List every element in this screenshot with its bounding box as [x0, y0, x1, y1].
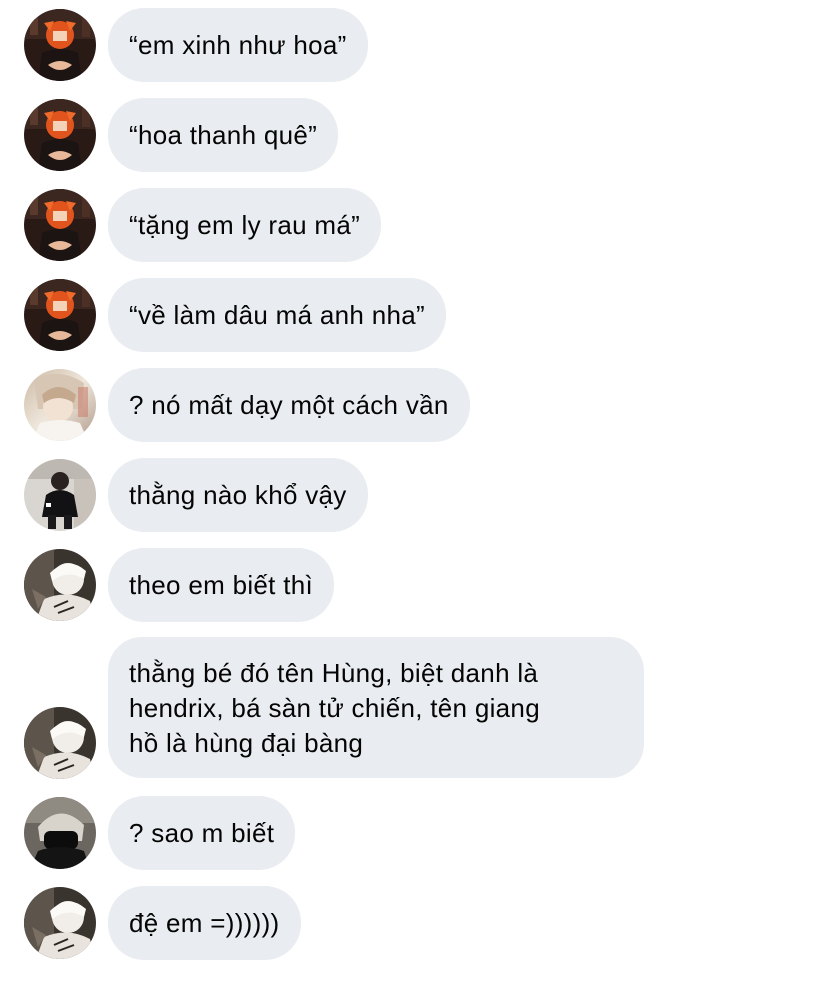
message-list: “em xinh như hoa” “hoa thanh quê” “tặng … [0, 0, 828, 981]
user-avatar[interactable] [24, 369, 96, 441]
message-text-line: thằng bé đó tên Hùng, biệt danh là [129, 658, 539, 688]
user-avatar[interactable] [24, 189, 96, 261]
message-row: “về làm dâu má anh nha” [0, 278, 828, 352]
message-text: “về làm dâu má anh nha” [129, 299, 425, 330]
avatar-image-icon [24, 549, 96, 621]
message-row: ? sao m biết [0, 796, 828, 870]
message-row: ? nó mất dạy một cách vần [0, 368, 828, 442]
user-avatar[interactable] [24, 279, 96, 351]
message-text: ? sao m biết [129, 817, 275, 848]
avatar-image-icon [24, 459, 96, 531]
message-text: “em xinh như hoa” [129, 29, 347, 60]
user-avatar[interactable] [24, 549, 96, 621]
message-bubble[interactable]: đệ em =)))))) [108, 886, 301, 960]
message-row: đệ em =)))))) [0, 886, 828, 960]
user-avatar[interactable] [24, 9, 96, 81]
avatar-image-icon [24, 279, 96, 351]
avatar-image-icon [24, 797, 96, 869]
message-text-line: hendrix, bá sàn tử chiến, tên giang [129, 693, 540, 723]
message-row: theo em biết thì [0, 548, 828, 622]
user-avatar[interactable] [24, 459, 96, 531]
message-row: “tặng em ly rau má” [0, 188, 828, 262]
message-text: “hoa thanh quê” [129, 119, 318, 150]
user-avatar[interactable] [24, 99, 96, 171]
message-text: thằng nào khổ vậy [129, 479, 347, 510]
avatar-image-icon [24, 369, 96, 441]
avatar-image-icon [24, 707, 96, 779]
message-bubble[interactable]: ? sao m biết [108, 796, 296, 870]
message-bubble[interactable]: “em xinh như hoa” [108, 8, 368, 82]
message-text: “tặng em ly rau má” [129, 209, 361, 240]
avatar-image-icon [24, 9, 96, 81]
message-bubble[interactable]: “tặng em ly rau má” [108, 188, 382, 262]
message-row: thằng bé đó tên Hùng, biệt danh là hendr… [0, 637, 828, 779]
message-text: đệ em =)))))) [129, 907, 280, 938]
message-bubble[interactable]: theo em biết thì [108, 548, 335, 622]
user-avatar[interactable] [24, 707, 96, 779]
message-bubble[interactable]: “hoa thanh quê” [108, 98, 339, 172]
avatar-image-icon [24, 189, 96, 261]
user-avatar[interactable] [24, 797, 96, 869]
message-row: “hoa thanh quê” [0, 98, 828, 172]
avatar-image-icon [24, 887, 96, 959]
message-bubble[interactable]: ? nó mất dạy một cách vần [108, 368, 470, 442]
message-text: theo em biết thì [129, 569, 314, 600]
avatar-image-icon [24, 99, 96, 171]
user-avatar[interactable] [24, 887, 96, 959]
message-bubble[interactable]: thằng nào khổ vậy [108, 458, 368, 532]
message-text: ? nó mất dạy một cách vần [129, 389, 449, 420]
message-bubble[interactable]: thằng bé đó tên Hùng, biệt danh là hendr… [108, 637, 644, 778]
message-text-line: hồ là hùng đại bàng [129, 728, 364, 758]
message-bubble[interactable]: “về làm dâu má anh nha” [108, 278, 446, 352]
message-row: thằng nào khổ vậy [0, 458, 828, 532]
message-row: “em xinh như hoa” [0, 8, 828, 82]
